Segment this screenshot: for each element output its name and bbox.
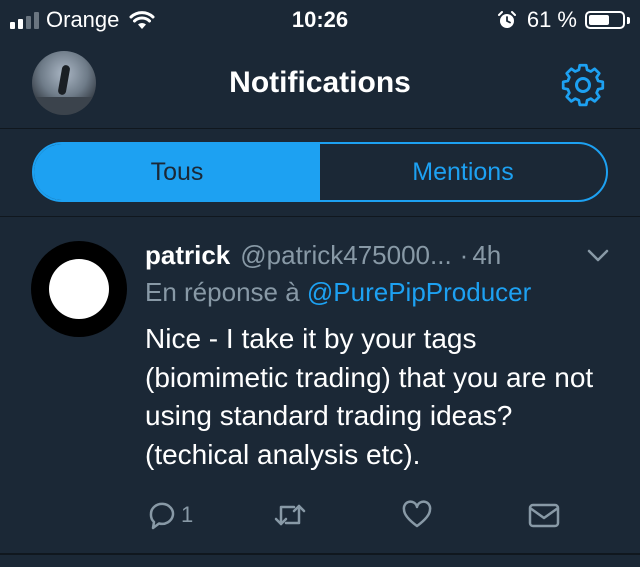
tweet-time: 4h	[472, 239, 502, 270]
header: Notifications	[0, 42, 640, 129]
notification-tweet[interactable]: patrick @patrick475000... · 4h En répons…	[0, 217, 640, 553]
reply-button[interactable]: 1	[145, 499, 193, 531]
tab-tous[interactable]: Tous	[34, 144, 320, 200]
page-title: Notifications	[229, 66, 411, 99]
like-button[interactable]	[401, 499, 433, 531]
gear-icon[interactable]	[561, 63, 605, 107]
reply-context: En réponse à @PurePipProducer	[145, 277, 531, 308]
tab-mentions[interactable]: Mentions	[320, 144, 606, 200]
alarm-icon	[497, 11, 516, 28]
divider	[0, 553, 640, 555]
status-bar: Orange 10:26 61 %	[0, 0, 640, 42]
battery-icon	[585, 11, 625, 29]
battery-percent: 61 %	[526, 7, 577, 32]
user-avatar[interactable]	[31, 241, 127, 337]
heart-icon	[402, 500, 432, 528]
reply-mention-link[interactable]: @PurePipProducer	[307, 277, 531, 307]
retweet-button[interactable]	[273, 499, 307, 531]
separator-dot: ·	[459, 239, 469, 270]
tweet-actions: 1	[145, 499, 585, 535]
reply-count: 1	[181, 502, 194, 527]
status-right: 61 %	[497, 7, 630, 33]
chevron-down-icon[interactable]	[586, 245, 610, 265]
reply-icon	[149, 502, 175, 530]
retweet-icon	[274, 504, 306, 526]
share-button[interactable]	[527, 499, 561, 531]
user-name[interactable]: patrick	[145, 240, 230, 271]
reply-prefix: En réponse à	[145, 277, 300, 307]
notification-tabs: Tous Mentions	[32, 142, 608, 202]
tweet-header: patrick @patrick475000... · 4h	[145, 237, 615, 273]
mail-icon	[528, 503, 560, 528]
user-handle[interactable]: @patrick475000...	[240, 240, 451, 271]
tweet-text: Nice - I take it by your tags (biomimeti…	[145, 323, 594, 470]
